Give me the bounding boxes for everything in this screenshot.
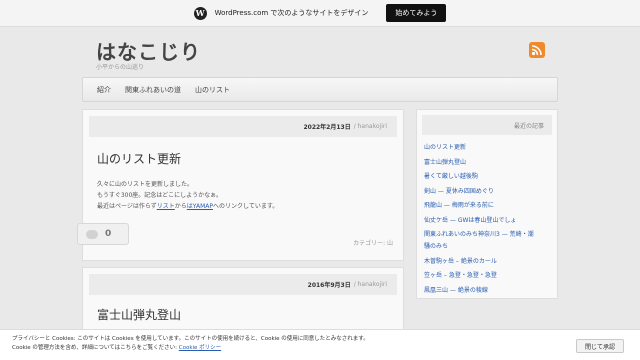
yamap-link[interactable]: はYAMAP (187, 203, 213, 210)
nav-item-about[interactable]: 紹介 (97, 85, 111, 95)
recent-post-link-line: 騒のみち (424, 243, 449, 250)
post-author[interactable]: / hanakojiri (354, 123, 387, 130)
recent-post-link[interactable]: 関東ふれあいのみち神奈川3 — 荒崎・潮 騒のみち (424, 230, 550, 251)
post-category[interactable]: カテゴリー: 山 (353, 238, 393, 247)
post-body-line: 最近はページは作らずリストからはYAMAPへのリンクしています。 (97, 203, 279, 210)
recent-post-link[interactable]: 鳳凰三山 — 絶景の稜線 (424, 286, 550, 295)
site-title[interactable]: はなこじり (96, 36, 201, 65)
recent-post-link[interactable]: 暑くて厳しい越後駒 (424, 172, 550, 181)
post-body-line: もうすぐ300座。記念はどこにしようかなぁ。 (97, 192, 222, 199)
comment-count: 0 (105, 229, 112, 239)
comment-icon (86, 229, 98, 239)
site-description: 小平からの山巡り (96, 64, 145, 71)
post-title[interactable]: 山のリスト更新 (97, 150, 181, 167)
list-link[interactable]: リスト (157, 203, 175, 210)
recent-post-link[interactable]: 笠ヶ岳 – 急登・急登・急登 (424, 271, 550, 280)
sidebar-recent-posts: 最近の記事 山のリスト更新 富士山弾丸登山 暑くて厳しい越後駒 剣山 — 夏休み… (416, 109, 558, 299)
recent-post-link[interactable]: 飛龍山 — 梅雨が来る前に (424, 201, 550, 210)
post-meta: 2016年9月3日 / hanakojiri (89, 274, 397, 295)
recent-post-link[interactable]: 山のリスト更新 (424, 143, 550, 152)
cookie-notice-text: プライバシーと Cookies: このサイトは Cookies を使用しています… (12, 336, 369, 342)
nav-item-kanto-fureai[interactable]: 関東ふれあいの道 (125, 85, 181, 95)
post-body: 久々に山のリストを更新しました。 もうすぐ300座。記念はどこにしようかなぁ。 … (97, 179, 278, 212)
main-nav: 紹介 関東ふれあいの道 山のリスト (82, 77, 558, 102)
post-title[interactable]: 富士山弾丸登山 (97, 306, 181, 323)
post-author[interactable]: / hanakojiri (354, 281, 387, 288)
post-date[interactable]: 2022年2月13日 (303, 122, 350, 131)
post-article: 2022年2月13日 / hanakojiri 山のリスト更新 久々に山のリスト… (77, 109, 404, 261)
comment-count-bubble[interactable]: 0 (77, 223, 129, 245)
post-date[interactable]: 2016年9月3日 (308, 280, 351, 289)
widget-title: 最近の記事 (422, 115, 552, 135)
wordpress-logo-icon: W (193, 6, 207, 20)
recent-post-link[interactable]: 木曽駒ヶ岳 – 絶景のカール (424, 257, 550, 266)
recent-post-link-line: 関東ふれあいのみち神奈川3 — 荒崎・潮 (424, 231, 534, 238)
nav-item-mountain-list[interactable]: 山のリスト (195, 85, 230, 95)
post-meta: 2022年2月13日 / hanakojiri (89, 116, 397, 137)
wordpress-banner: W WordPress.com で次のようなサイトをデザイン 始めてみよう (0, 0, 640, 27)
cookie-notice-line2: Cookie の管理方法を含め、詳細についてはこちらをご覧ください: Cooki… (12, 345, 222, 351)
recent-post-link[interactable]: 剣山 — 夏休み四国めぐり (424, 187, 550, 196)
recent-post-link[interactable]: 富士山弾丸登山 (424, 158, 550, 167)
banner-text: WordPress.com で次のようなサイトをデザイン (214, 9, 369, 17)
get-started-button[interactable]: 始めてみよう (386, 4, 447, 22)
rss-icon[interactable] (529, 42, 545, 58)
recent-posts-list: 山のリスト更新 富士山弾丸登山 暑くて厳しい越後駒 剣山 — 夏休み四国めぐり … (417, 140, 557, 295)
close-and-accept-button[interactable]: 閉じて承認 (576, 339, 624, 353)
post-body-line: 久々に山のリストを更新しました。 (97, 181, 194, 188)
cookie-policy-link[interactable]: Cookie ポリシー (179, 345, 221, 351)
cookie-banner: プライバシーと Cookies: このサイトは Cookies を使用しています… (0, 329, 640, 360)
recent-post-link[interactable]: 仙丈ケ岳 — GWは春山登山でしょ (424, 216, 550, 225)
